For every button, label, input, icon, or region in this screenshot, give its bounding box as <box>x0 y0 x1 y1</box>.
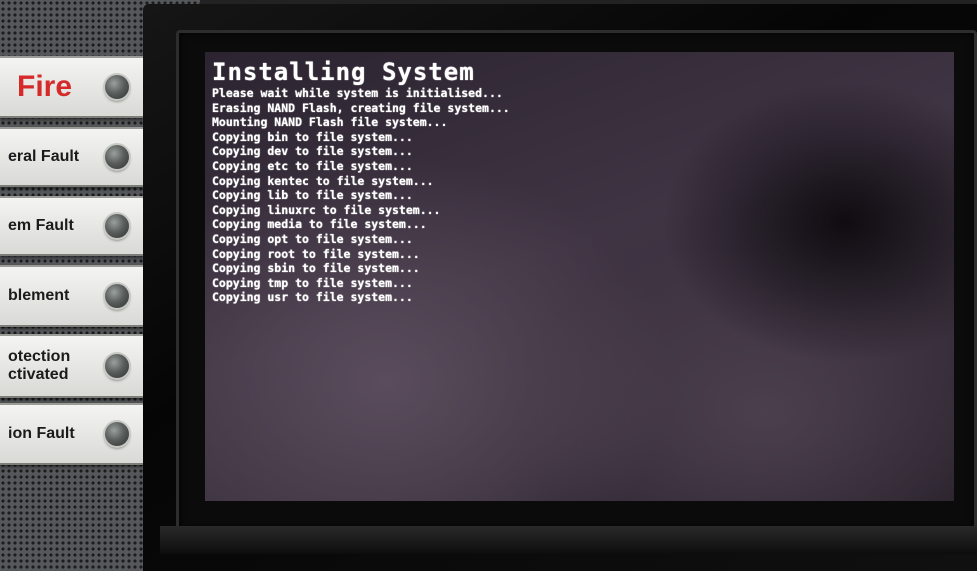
indicator-disablement: blement <box>0 265 143 327</box>
indicator-label-system-fault: em Fault <box>8 217 74 234</box>
console-line: Copying etc to file system... <box>212 158 413 173</box>
console-line: Copying opt to file system... <box>212 231 413 246</box>
indicator-general-fault: eral Fault <box>0 127 143 187</box>
disablement-led-icon <box>105 284 129 308</box>
indicator-protection-activated: otection ctivated <box>0 334 143 398</box>
indicator-label-protection-activated: otection ctivated <box>8 348 71 383</box>
console-line: Copying media to file system... <box>212 217 427 232</box>
indicator-fire: Fire <box>0 56 143 118</box>
general-fault-led-icon <box>105 145 129 169</box>
indicator-label-general-fault: eral Fault <box>8 148 80 165</box>
console-line: Mounting NAND Flash file system... <box>212 115 448 130</box>
console-line: Copying kentec to file system... <box>212 173 434 188</box>
console-line: Please wait while system is initialised.… <box>212 86 503 100</box>
console-line: Copying usr to file system... <box>212 290 413 305</box>
console-line: Copying tmp to file system... <box>212 275 413 290</box>
console-line: Copying linuxrc to file system... <box>212 202 441 217</box>
system-fault-led-icon <box>105 214 129 238</box>
indicator-label-isolation-fault: ion Fault <box>8 425 75 442</box>
lcd-screen: Installing System Please wait while syst… <box>205 52 954 501</box>
indicator-isolation-fault: ion Fault <box>0 403 143 465</box>
console-line: Copying sbin to file system... <box>212 261 420 276</box>
console-line: Copying dev to file system... <box>212 144 413 159</box>
console-line: Copying bin to file system... <box>212 129 413 144</box>
boot-console: Installing System Please wait while syst… <box>212 58 510 305</box>
fire-panel-photo: Fire eral Fault em Fault blement otectio… <box>0 0 977 571</box>
console-line: Copying lib to file system... <box>212 188 413 203</box>
indicator-system-fault: em Fault <box>0 196 143 256</box>
console-line: Copying root to file system... <box>212 246 420 261</box>
display-ledge <box>160 526 977 554</box>
isolation-fault-led-icon <box>105 422 129 446</box>
indicator-label-disablement: blement <box>8 287 70 304</box>
console-line: Erasing NAND Flash, creating file system… <box>212 100 510 115</box>
indicator-label-fire: Fire <box>17 70 73 103</box>
console-output: Please wait while system is initialised.… <box>212 86 510 305</box>
protection-activated-led-icon <box>105 354 129 378</box>
fire-led-icon <box>105 75 129 99</box>
install-title: Installing System <box>212 58 475 86</box>
